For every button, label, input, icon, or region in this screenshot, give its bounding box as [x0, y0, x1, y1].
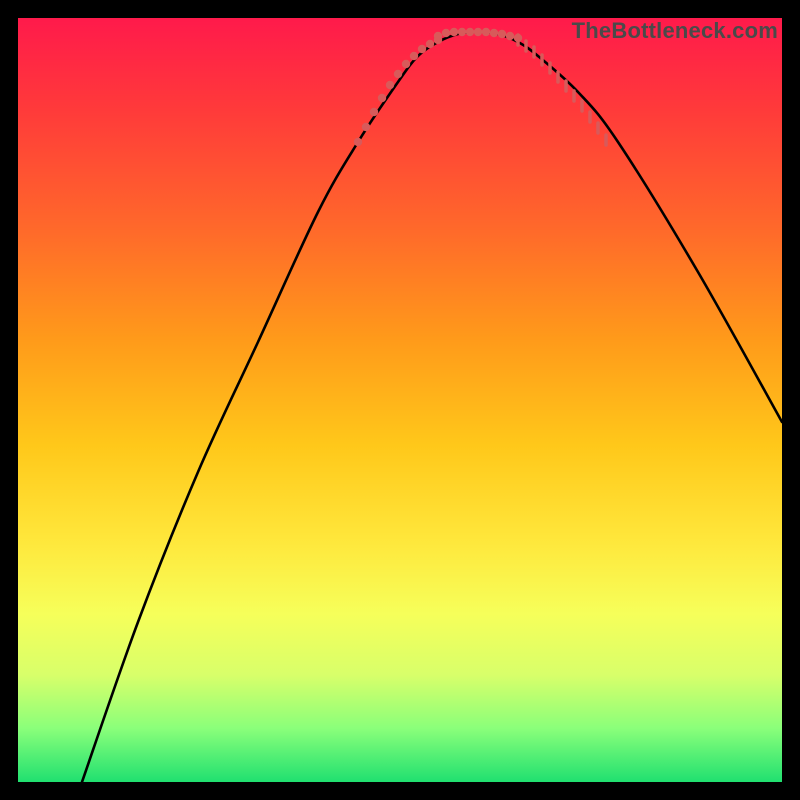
dotted-marker — [482, 28, 490, 36]
dotted-marker — [410, 52, 418, 60]
dotted-marker — [474, 28, 482, 36]
dotted-marker — [386, 81, 394, 89]
dotted-marker — [426, 40, 434, 48]
dotted-marker — [466, 28, 474, 36]
dotted-marker — [458, 28, 466, 36]
dotted-marker — [418, 45, 426, 53]
dotted-marker — [354, 138, 362, 146]
dotted-marker — [370, 108, 378, 116]
dotted-marker — [506, 32, 514, 40]
dotted-segments — [354, 28, 606, 146]
main-curve-path — [82, 32, 782, 782]
dotted-marker — [498, 30, 506, 38]
chart-overlay — [18, 18, 782, 782]
dotted-marker — [362, 123, 370, 131]
curve-layer — [82, 32, 782, 782]
chart-frame: TheBottleneck.com — [18, 18, 782, 782]
dotted-marker — [378, 94, 386, 102]
dotted-marker — [394, 70, 402, 78]
dotted-marker — [490, 29, 498, 37]
dotted-marker — [402, 60, 410, 68]
dotted-marker — [442, 29, 450, 37]
dotted-marker — [450, 28, 458, 36]
dotted-marker — [434, 32, 442, 40]
